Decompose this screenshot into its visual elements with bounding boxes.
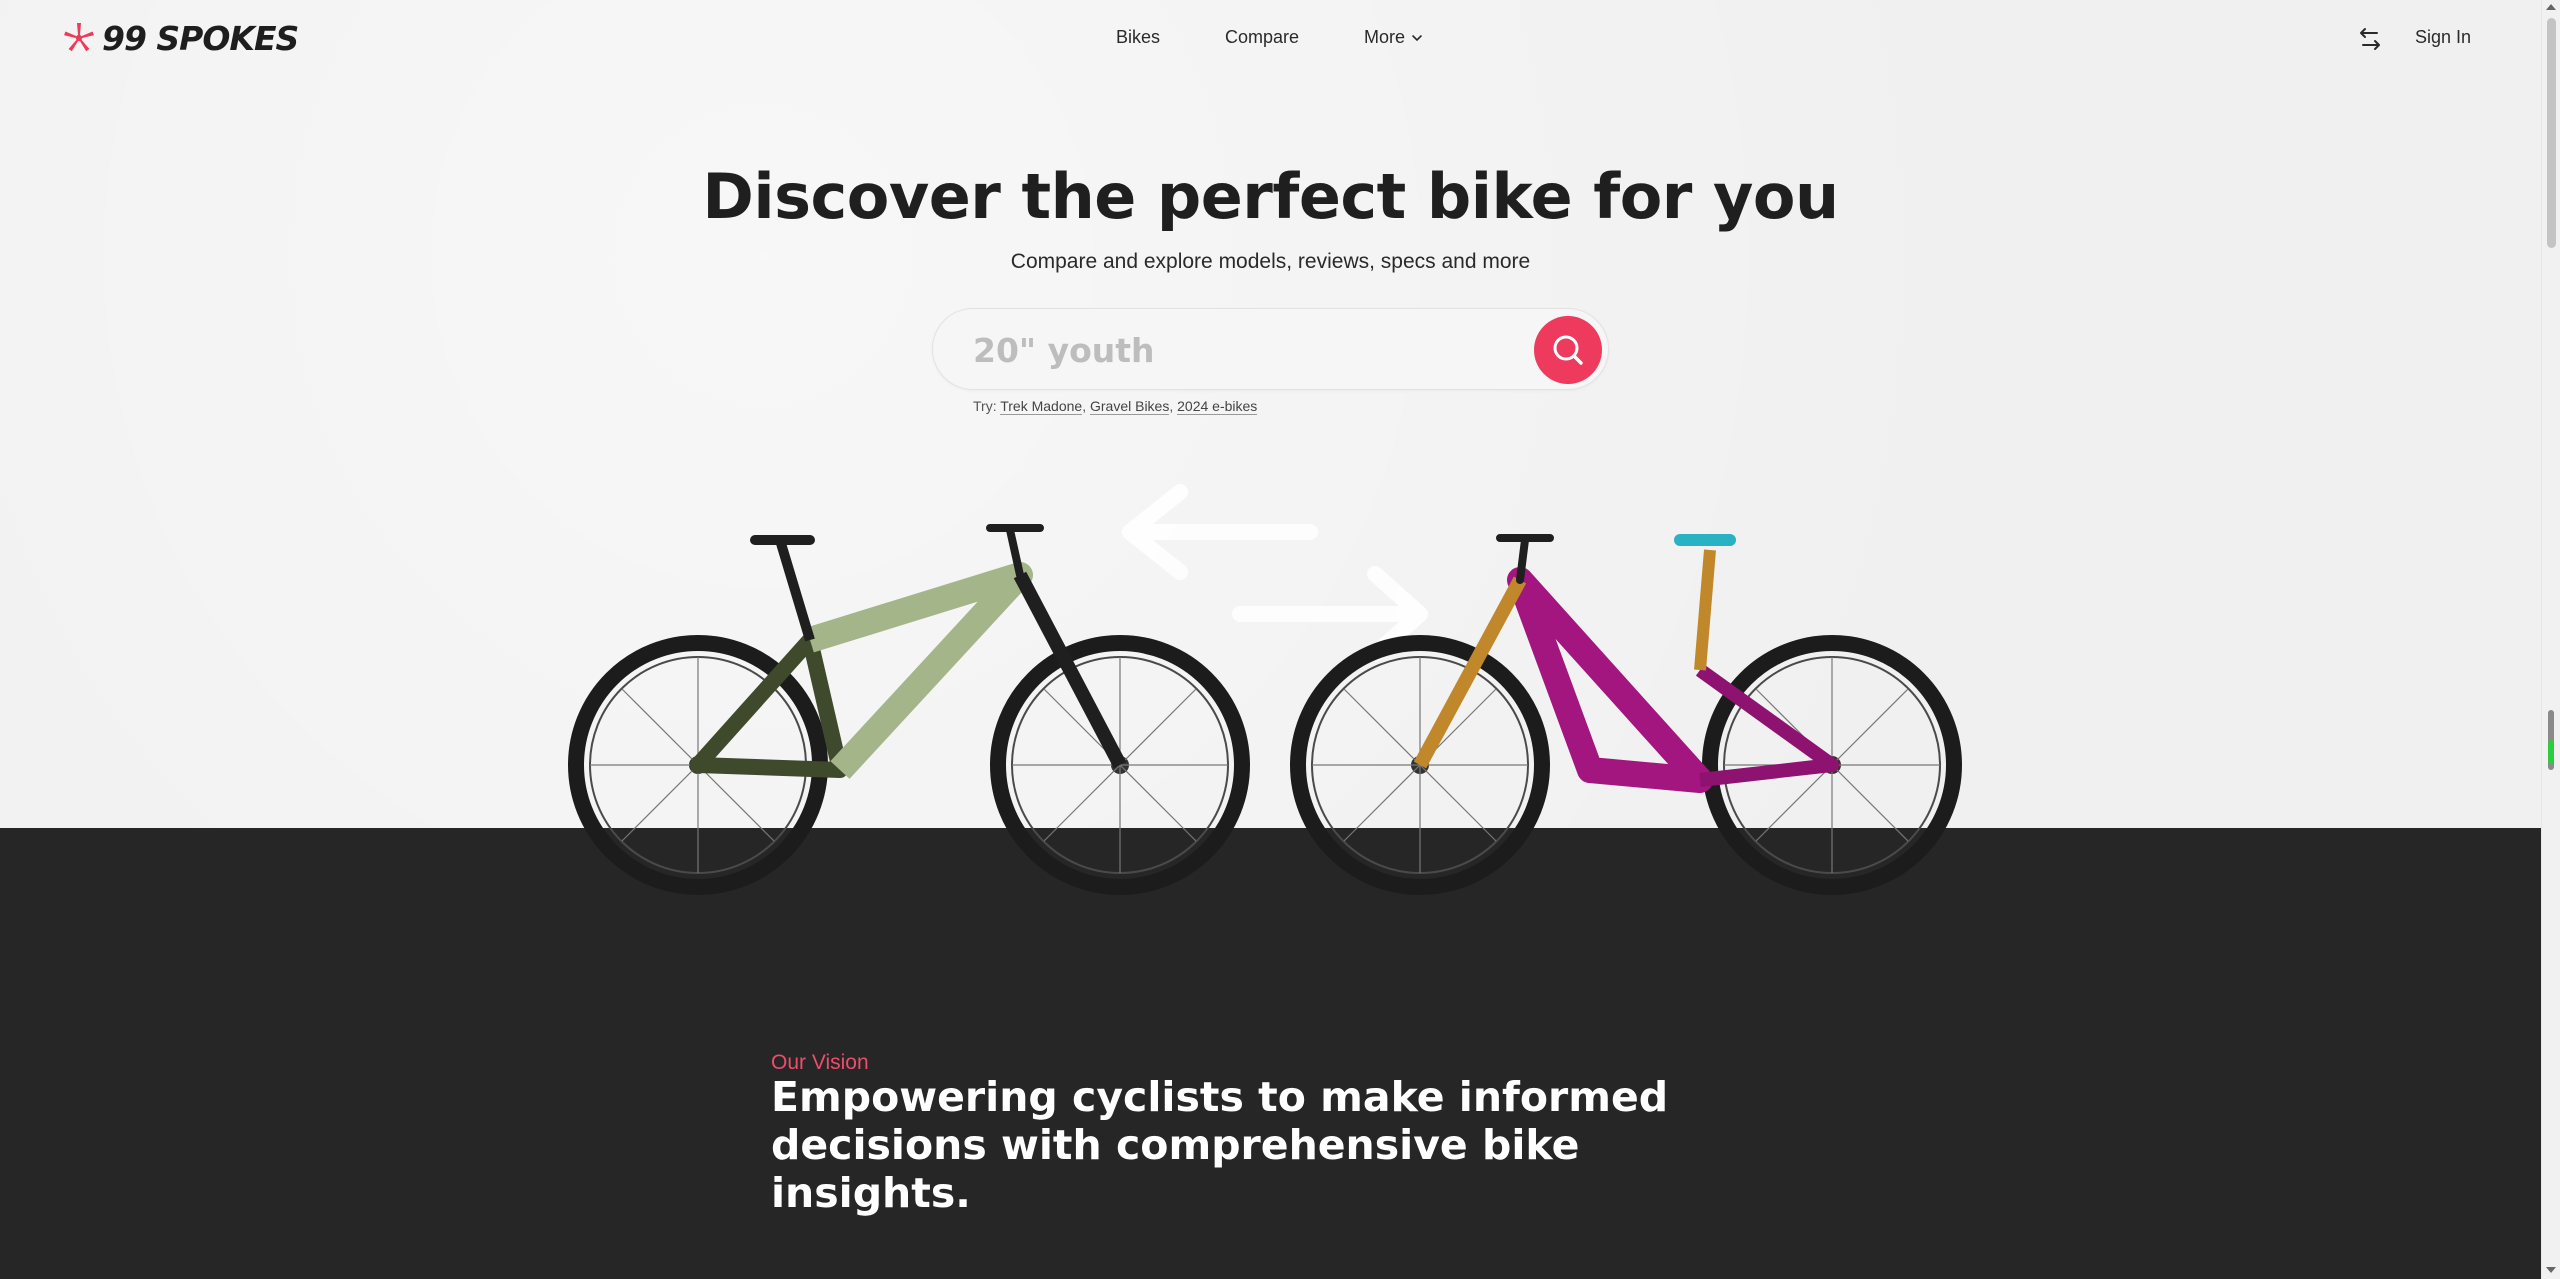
search-bar bbox=[932, 308, 1609, 390]
spoke-star-icon bbox=[64, 23, 94, 52]
logo[interactable]: 99 SPOKES bbox=[62, 18, 299, 58]
page: 99 SPOKES Bikes Compare More Sign In Dis… bbox=[0, 0, 2541, 1279]
chevron-down-icon bbox=[1412, 34, 1422, 41]
hero-title: Discover the perfect bike for you bbox=[702, 160, 1839, 233]
nav-more[interactable]: More bbox=[1364, 27, 1423, 48]
sign-in-link[interactable]: Sign In bbox=[2415, 27, 2471, 48]
vision-label: Our Vision bbox=[771, 1051, 869, 1074]
nav-compare[interactable]: Compare bbox=[1225, 27, 1299, 48]
hero-subtitle: Compare and explore models, reviews, spe… bbox=[1010, 250, 1531, 273]
page-scrollbar[interactable] bbox=[2541, 0, 2560, 1279]
vision-title: Empowering cyclists to make informed dec… bbox=[771, 1073, 1771, 1217]
site-header: 99 SPOKES Bikes Compare More Sign In bbox=[0, 0, 2541, 76]
suggestion-2024-e-bikes[interactable]: 2024 e-bikes bbox=[1177, 398, 1258, 415]
bike-left-image bbox=[568, 524, 1250, 895]
try-prefix: Try: bbox=[973, 398, 997, 414]
scroll-thumb[interactable] bbox=[2547, 18, 2556, 248]
nav-bikes[interactable]: Bikes bbox=[1116, 27, 1160, 48]
suggestion-trek-madone[interactable]: Trek Madone bbox=[1000, 398, 1083, 415]
search-icon bbox=[1553, 335, 1583, 365]
search-suggestions: Try: Trek Madone, Gravel Bikes, 2024 e-b… bbox=[973, 398, 1258, 415]
nav-compare-label: Compare bbox=[1225, 27, 1300, 47]
scroll-marker-green bbox=[2548, 740, 2554, 764]
search-input[interactable] bbox=[973, 325, 1493, 375]
nav-more-label: More bbox=[1364, 27, 1406, 47]
suggestion-gravel-bikes[interactable]: Gravel Bikes bbox=[1089, 398, 1170, 415]
vision-title-line1: Empowering cyclists to make informed bbox=[771, 1073, 1669, 1121]
scroll-up-arrow-icon[interactable] bbox=[2546, 4, 2556, 10]
compare-arrows-graphic bbox=[1122, 484, 1428, 662]
scroll-down-arrow-icon[interactable] bbox=[2546, 1267, 2556, 1273]
nav-bikes-label: Bikes bbox=[1116, 27, 1161, 47]
bikes-comparison-image bbox=[568, 484, 1962, 895]
vision-title-line2: decisions with comprehensive bike insigh… bbox=[771, 1121, 1580, 1217]
logo-text: 99 SPOKES bbox=[102, 18, 299, 58]
search-button[interactable] bbox=[1534, 316, 1602, 384]
swap-arrows-icon[interactable] bbox=[2355, 24, 2385, 54]
